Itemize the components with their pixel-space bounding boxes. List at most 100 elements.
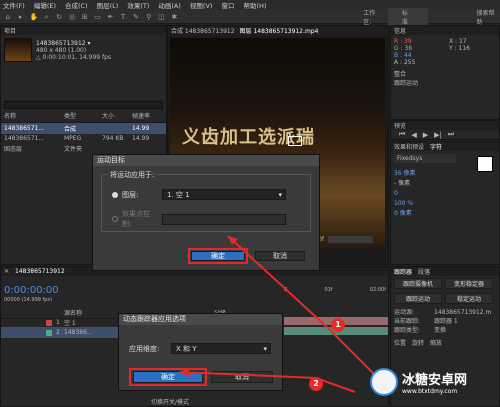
- timeline-tab[interactable]: 1483865713912: [15, 268, 65, 275]
- vertical-scale-value[interactable]: 100 %: [394, 199, 496, 209]
- preview-tab[interactable]: 预览: [394, 121, 406, 130]
- rotate-tool-icon[interactable]: ↻: [55, 13, 63, 21]
- tracker-tab[interactable]: 跟踪器: [394, 267, 412, 276]
- menu-composition[interactable]: 合成(C): [65, 0, 88, 10]
- dimension-select[interactable]: X 和 Y ▾: [171, 343, 271, 354]
- layer-number: 1: [56, 319, 60, 326]
- paragraph-tab[interactable]: 段落: [418, 267, 430, 276]
- scale-checkbox[interactable]: 缩放: [430, 339, 442, 348]
- tab-effect-controls[interactable]: 合成 1483865713912: [171, 26, 235, 35]
- project-search[interactable]: [4, 101, 163, 109]
- comp-thumbnail: [4, 38, 32, 62]
- prev-frame-icon[interactable]: ◀: [411, 131, 416, 139]
- home-icon[interactable]: ⌂: [4, 13, 12, 21]
- play-icon[interactable]: ▶: [423, 131, 428, 139]
- font-select[interactable]: Fixedsys: [394, 154, 456, 163]
- layer-color-label: [46, 329, 52, 336]
- col-type[interactable]: 类型: [64, 111, 102, 120]
- col-rate[interactable]: 帧速率: [132, 111, 162, 120]
- track-point-icon[interactable]: [288, 136, 302, 146]
- info-panel: 信息 R : 39 G : 38 B : 44 A : 255 X : 17 Y…: [390, 25, 500, 120]
- brush-tool-icon[interactable]: ✎: [132, 13, 140, 21]
- layer-select[interactable]: 1. 空 1 ▾: [162, 189, 286, 200]
- camera-tool-icon[interactable]: ◎: [68, 13, 76, 21]
- layer-number: 2: [56, 329, 60, 336]
- menu-animation[interactable]: 动画(A): [158, 0, 181, 10]
- project-row[interactable]: 148386571... MPEG 794 KB 14.99: [1, 134, 166, 143]
- pan-behind-icon[interactable]: ⊞: [81, 13, 89, 21]
- track-motion-button[interactable]: 跟踪运动: [394, 293, 442, 304]
- stamp-tool-icon[interactable]: ⚲: [145, 13, 153, 21]
- search-help-label[interactable]: 搜索帮助: [477, 8, 500, 26]
- baseline-value[interactable]: 0 像素: [394, 209, 496, 219]
- next-frame-icon[interactable]: ▶|: [434, 131, 442, 139]
- layer-radio[interactable]: [112, 191, 118, 198]
- effects-tab[interactable]: 效果和预设: [394, 142, 424, 151]
- col-size[interactable]: 大小: [102, 111, 132, 120]
- menu-effect[interactable]: 效果(T): [127, 0, 149, 10]
- leading-value[interactable]: - 像素: [394, 179, 496, 189]
- tracking-value[interactable]: 0: [394, 189, 496, 199]
- menu-window[interactable]: 窗口: [221, 0, 234, 10]
- effect-point-radio[interactable]: [112, 216, 118, 222]
- zoom-tool-icon[interactable]: ⌕: [43, 13, 51, 21]
- time-ruler[interactable]: 0 01f 02:00f: [281, 287, 389, 297]
- first-frame-icon[interactable]: ⏮: [399, 130, 405, 139]
- info-line2: 跟踪运动: [394, 80, 419, 87]
- timecode[interactable]: 0:00:00:00: [4, 285, 59, 296]
- view-progress-bar[interactable]: [327, 236, 373, 243]
- text-tool-icon[interactable]: T: [119, 13, 127, 21]
- info-g: G : 38: [394, 45, 413, 52]
- pen-tool-icon[interactable]: ✒: [106, 13, 114, 21]
- dialog2-ok-button[interactable]: 确定: [133, 371, 203, 383]
- info-tab[interactable]: 信息: [394, 26, 406, 35]
- eraser-tool-icon[interactable]: ◫: [158, 13, 166, 21]
- position-checkbox[interactable]: 位置: [394, 339, 406, 348]
- project-row[interactable]: 148386571... 合成 14.99: [1, 123, 166, 134]
- menu-edit[interactable]: 编辑(E): [34, 0, 56, 10]
- info-y: Y : 116: [449, 45, 470, 52]
- workspace-value[interactable]: 标准: [387, 7, 428, 26]
- apply-to-label: 将运动应用于:: [108, 170, 157, 180]
- rotation-checkbox[interactable]: 旋转: [412, 339, 424, 348]
- track-camera-button[interactable]: 跟踪摄像机: [394, 278, 442, 289]
- project-tab[interactable]: 项目: [4, 26, 16, 35]
- menu-view[interactable]: 视图(V): [190, 0, 213, 10]
- close-tab-icon[interactable]: ✕: [4, 268, 9, 275]
- warp-stabilizer-button[interactable]: 变形稳定器: [445, 278, 493, 289]
- step-badge-2: 2: [309, 377, 323, 391]
- watermark-logo-icon: [370, 368, 398, 396]
- menu-help[interactable]: 帮助(H): [243, 0, 266, 10]
- rectangle-tool-icon[interactable]: ▭: [94, 13, 102, 21]
- color-swatch[interactable]: [477, 156, 493, 172]
- dialog1-cancel-button[interactable]: 取消: [255, 251, 305, 261]
- last-frame-icon[interactable]: ⏭: [448, 130, 454, 139]
- info-b: B : 44: [394, 52, 412, 59]
- current-track-value[interactable]: 跟踪器 1: [434, 317, 458, 326]
- col-name[interactable]: 名称: [4, 111, 64, 120]
- track-type-value[interactable]: 变换: [434, 326, 446, 335]
- stabilize-motion-button[interactable]: 稳定运动: [445, 293, 493, 304]
- project-row[interactable]: 固态层 文件夹: [1, 143, 166, 154]
- timeline-footer[interactable]: 切换开关/模式: [151, 397, 189, 406]
- layer-color-label: [46, 319, 52, 326]
- menu-layer[interactable]: 图层(L): [97, 0, 119, 10]
- watermark-brand: 冰糖安卓网: [402, 373, 468, 388]
- step-badge-1: 1: [331, 318, 345, 332]
- track-type-label: 跟踪类型:: [394, 327, 421, 334]
- comp-name[interactable]: 1483865713912 ▾: [36, 40, 111, 47]
- comp-dimensions: 480 x 480 (1.00): [36, 46, 87, 54]
- tab-layer[interactable]: 图层 1483865713912.mp4: [240, 26, 319, 35]
- dimension-label: 应用维度:: [129, 344, 160, 353]
- puppet-tool-icon[interactable]: ✱: [170, 13, 178, 21]
- hand-tool-icon[interactable]: ✋: [30, 13, 39, 21]
- character-tab[interactable]: 字符: [430, 142, 442, 151]
- motion-source-value[interactable]: 1483865713912.m: [434, 308, 491, 317]
- workspace-label: 工作区:: [363, 9, 376, 26]
- selection-tool-icon[interactable]: ▸: [17, 13, 25, 21]
- effect-point-label: 效果点控制:: [122, 210, 150, 228]
- dialog1-ok-button[interactable]: 确定: [191, 251, 245, 261]
- effect-point-select[interactable]: [162, 213, 286, 225]
- menu-file[interactable]: 文件(F): [3, 0, 25, 10]
- dialog2-cancel-button[interactable]: 取消: [211, 371, 273, 383]
